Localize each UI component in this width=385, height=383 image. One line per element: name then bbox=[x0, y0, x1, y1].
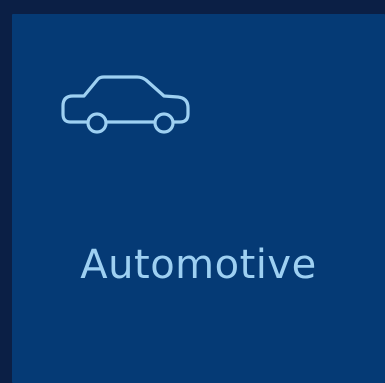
page-background: Automotive bbox=[0, 0, 385, 383]
car-icon bbox=[60, 70, 192, 134]
tile-label: Automotive bbox=[80, 242, 317, 288]
category-tile-automotive[interactable]: Automotive bbox=[12, 14, 385, 383]
